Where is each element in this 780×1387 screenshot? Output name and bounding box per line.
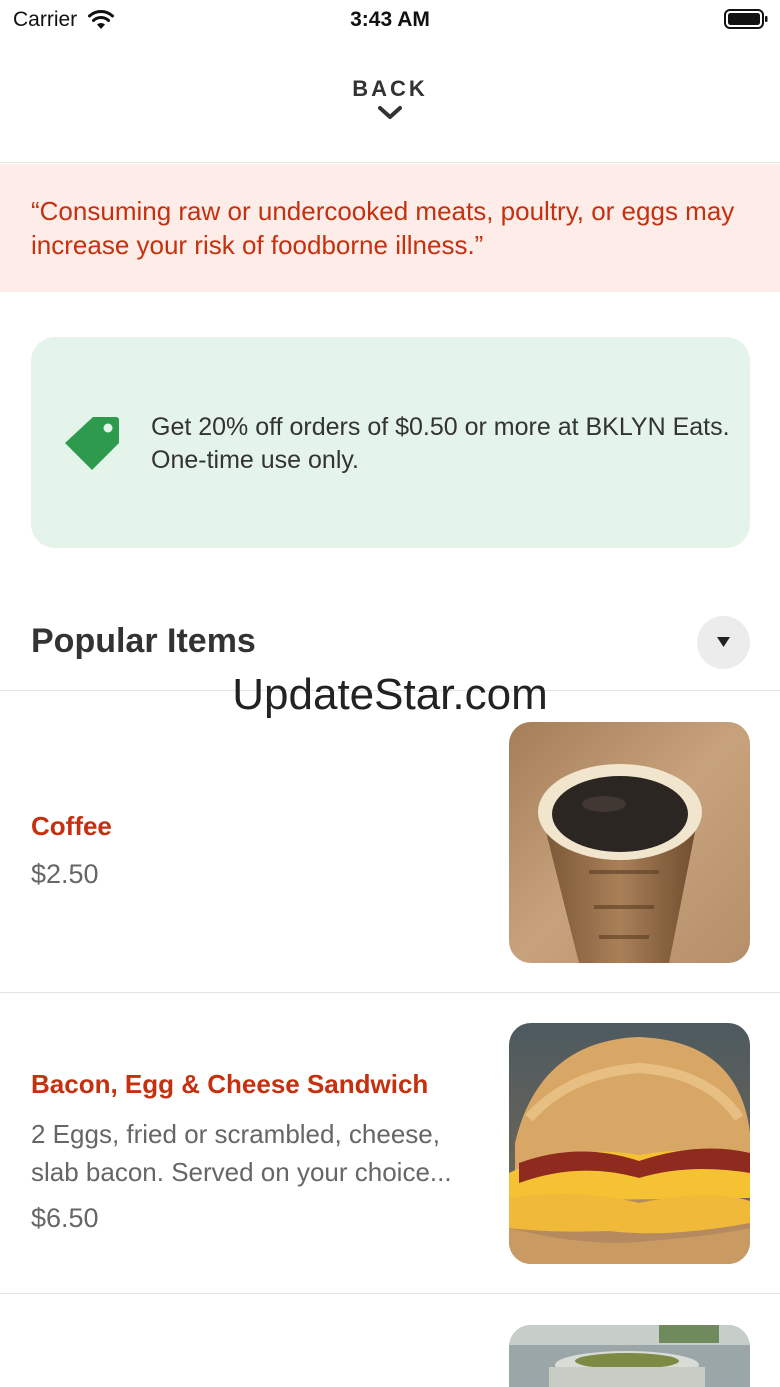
item-price: $6.50 (31, 1203, 99, 1233)
menu-item-coffee[interactable]: Coffee $2.50 (0, 691, 780, 992)
status-bar: Carrier 3:43 AM (0, 0, 780, 44)
clock: 3:43 AM (350, 8, 430, 31)
item-name: Coffee (31, 811, 112, 841)
bagel-sandwich-photo (509, 1023, 750, 1264)
chevron-down-icon (378, 106, 402, 119)
battery-icon (724, 9, 768, 29)
back-label: BACK (352, 76, 428, 101)
caret-down-icon (717, 637, 730, 647)
menu-item-bacon-egg-cheese[interactable]: Bacon, Egg & Cheese Sandwich 2 Eggs, fri… (0, 993, 780, 1293)
back-button[interactable]: BACK (290, 76, 490, 140)
section-title: Popular Items (31, 622, 256, 660)
item-name: Bacon, Egg & Cheese Sandwich (31, 1069, 429, 1099)
food-safety-warning: “Consuming raw or undercooked meats, pou… (0, 164, 780, 292)
warning-text: “Consuming raw or undercooked meats, pou… (31, 196, 735, 260)
promo-text: Get 20% off orders of $0.50 or more at B… (151, 413, 730, 474)
header-divider (0, 162, 780, 163)
item-price: $2.50 (31, 859, 99, 889)
menu-item-third[interactable] (0, 1294, 780, 1387)
promo-card: Get 20% off orders of $0.50 or more at B… (31, 337, 750, 548)
price-tag-icon (65, 417, 119, 470)
coffee-cup-photo (509, 722, 750, 963)
section-collapse-button[interactable] (697, 616, 750, 669)
item-description: 2 Eggs, fried or scrambled, cheese, slab… (31, 1119, 452, 1187)
cup-with-lid-photo (509, 1325, 750, 1387)
